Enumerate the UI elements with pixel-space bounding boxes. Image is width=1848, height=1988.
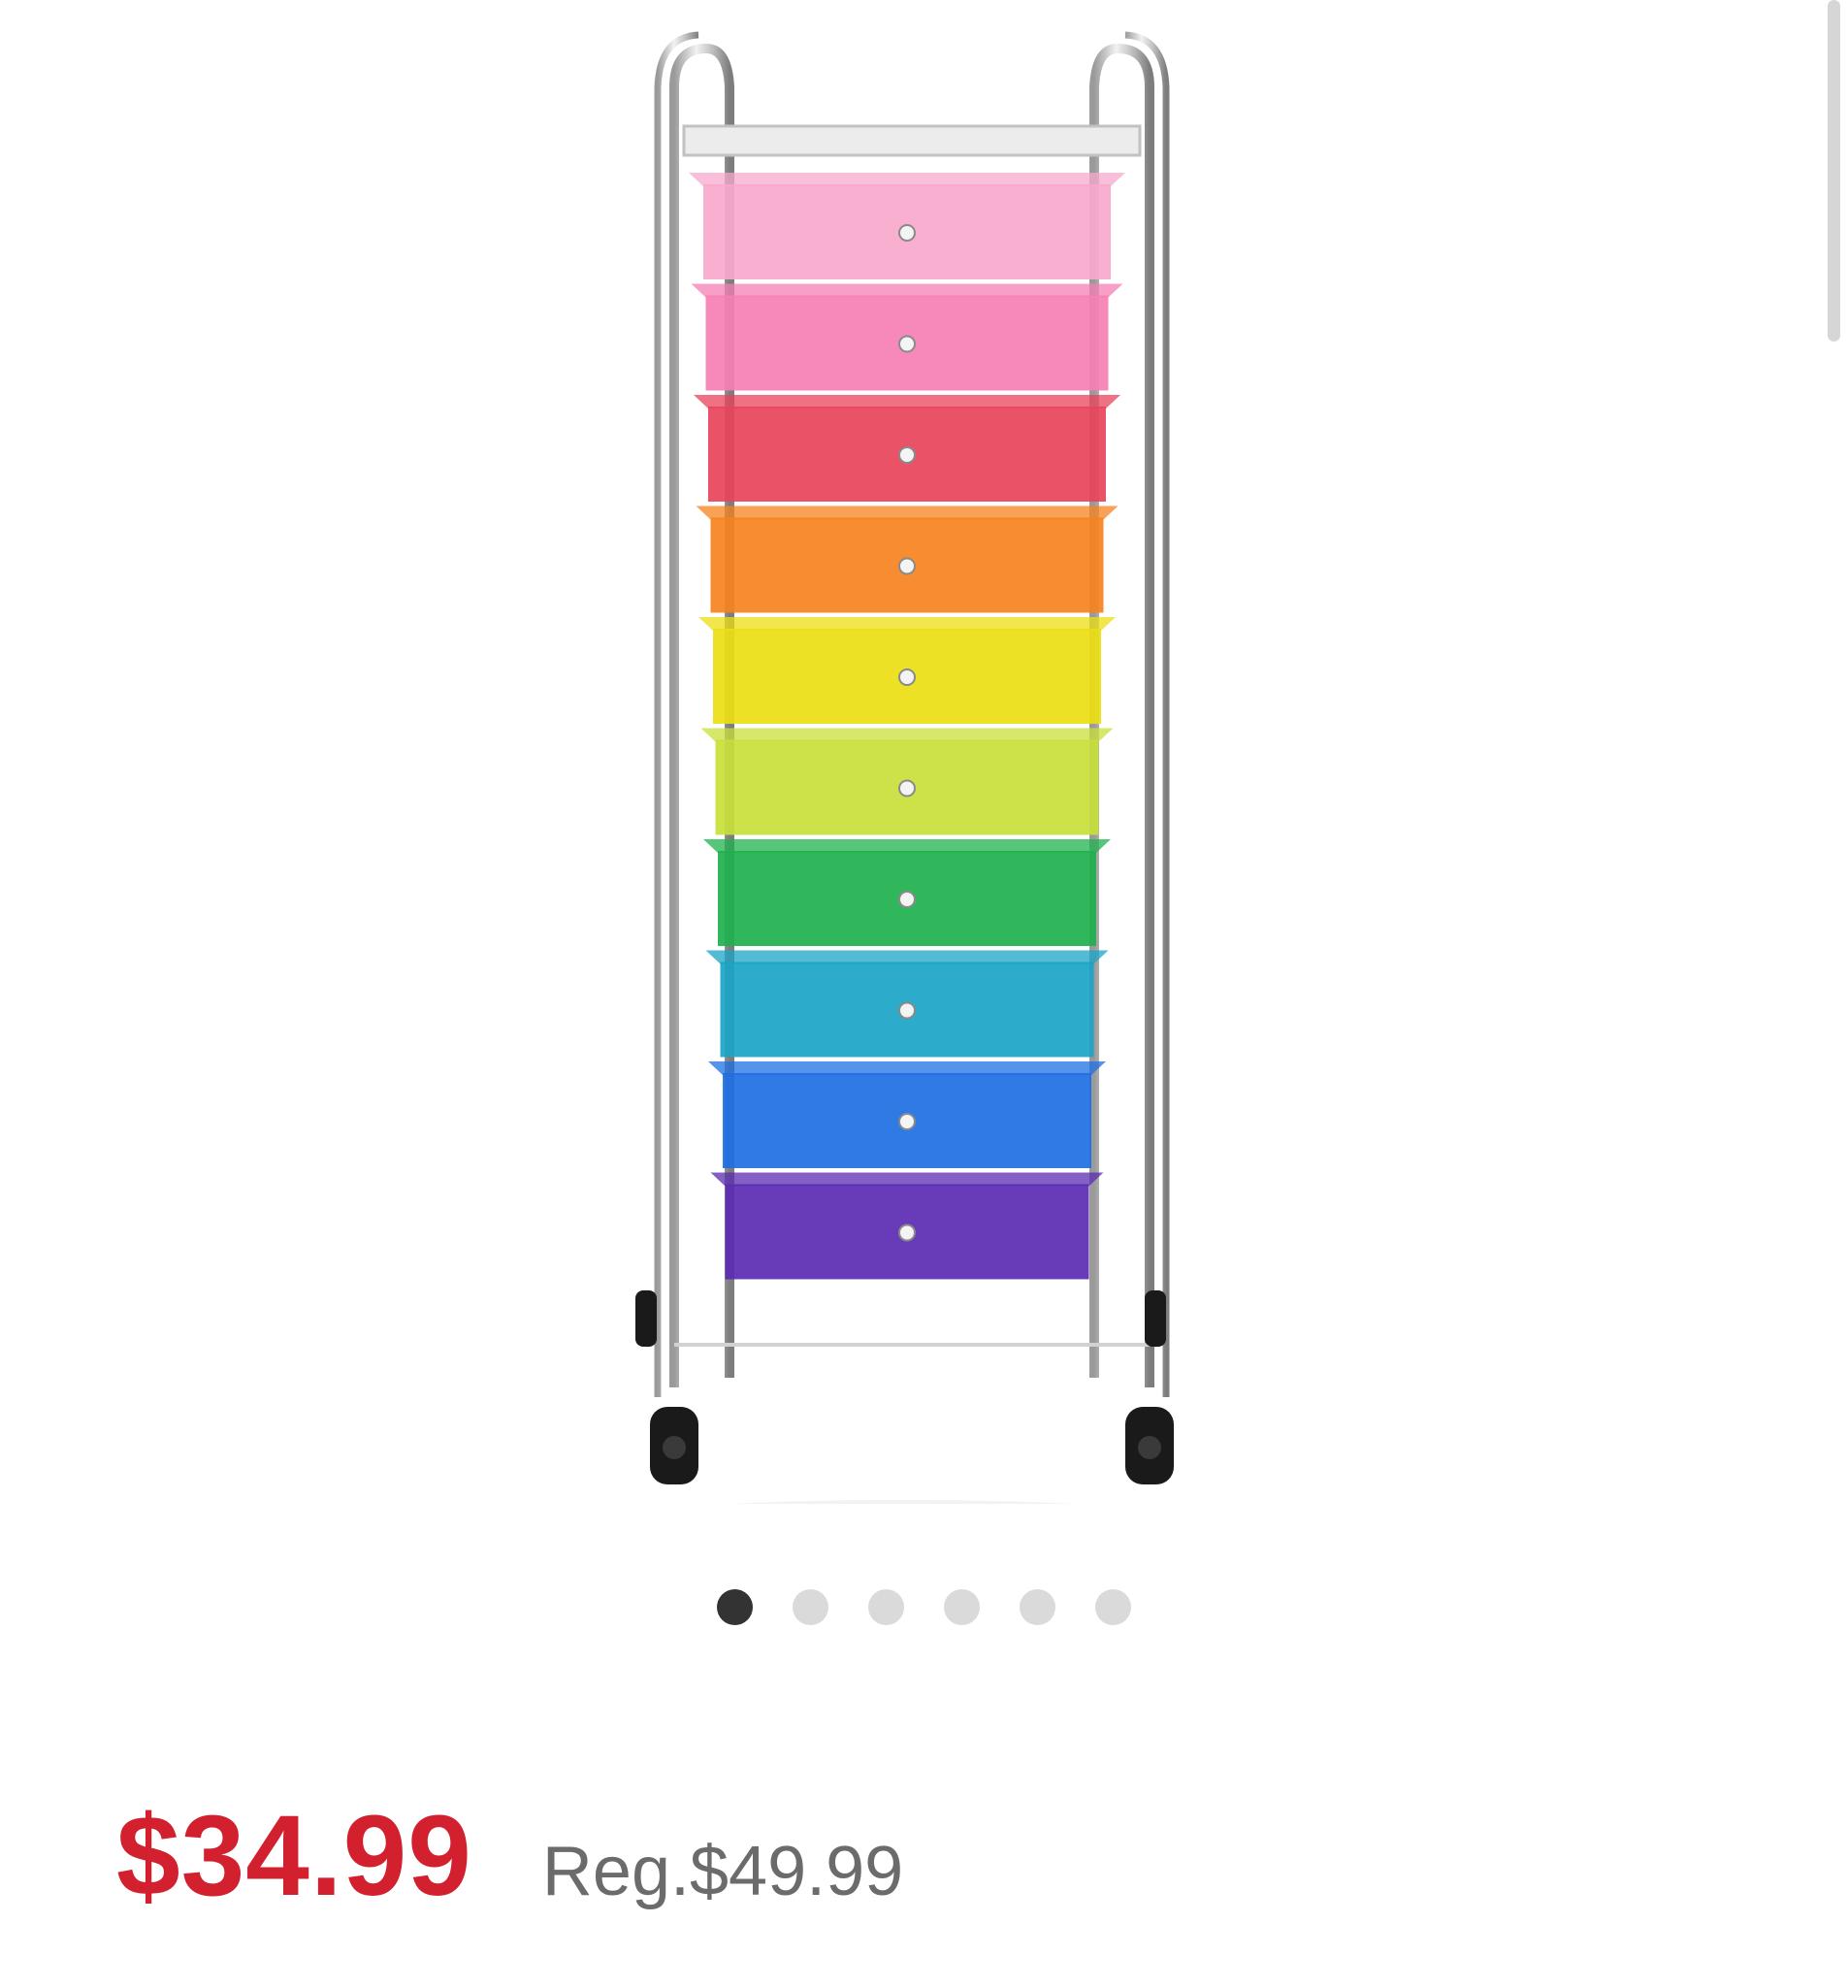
drawer <box>708 1061 1106 1168</box>
drawer-knob <box>898 668 916 686</box>
image-carousel-indicator <box>0 1589 1848 1625</box>
drawer <box>691 283 1123 391</box>
carousel-dot[interactable] <box>793 1589 828 1625</box>
drawer <box>705 950 1109 1058</box>
carousel-dot[interactable] <box>1020 1589 1055 1625</box>
drawer-knob <box>898 446 916 464</box>
drawer <box>689 173 1125 279</box>
drawer-knob <box>898 891 916 908</box>
drawer <box>696 505 1119 613</box>
drawer-knob <box>898 779 916 798</box>
product-image[interactable] <box>621 29 1183 1504</box>
sale-price: $34.99 <box>116 1792 472 1920</box>
drawer <box>700 728 1114 835</box>
carousel-dot[interactable] <box>1095 1589 1131 1625</box>
drawer-knob <box>898 1113 916 1130</box>
drawer-knob <box>898 1001 916 1020</box>
drawer <box>703 839 1111 946</box>
drawer-knob <box>898 335 916 353</box>
drawer <box>710 1172 1104 1280</box>
carousel-dot[interactable] <box>868 1589 904 1625</box>
drawer-knob <box>898 1223 916 1242</box>
drawer <box>698 617 1116 724</box>
vertical-scrollbar[interactable] <box>1828 0 1840 342</box>
drawer-stack <box>689 173 1125 1280</box>
drawer-knob <box>898 224 916 242</box>
drawer <box>694 395 1120 502</box>
carousel-dot[interactable] <box>717 1589 753 1625</box>
regular-price: Reg.$49.99 <box>541 1833 904 1910</box>
carousel-dot[interactable] <box>944 1589 980 1625</box>
floor-shadow <box>732 1500 1072 1504</box>
drawer-knob <box>898 557 916 575</box>
price-row: $34.99 Reg.$49.99 <box>116 1790 903 1922</box>
